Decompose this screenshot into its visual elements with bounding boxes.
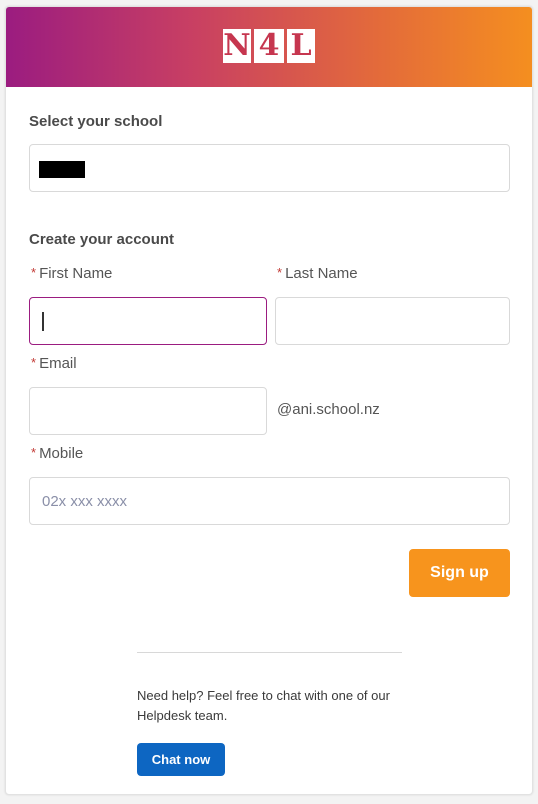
mobile-input[interactable] (29, 477, 510, 525)
logo-tile-n: N (223, 28, 251, 63)
last-name-label: * Last Name (277, 265, 358, 282)
logo-tile-l: L (287, 29, 315, 63)
required-marker: * (277, 265, 283, 280)
school-value-redacted (39, 161, 85, 178)
create-account-title: Create your account (29, 231, 175, 248)
email-domain-suffix: @ani.school.nz (277, 401, 380, 418)
select-school-title: Select your school (29, 113, 163, 130)
required-marker: * (31, 265, 37, 280)
help-text: Need help? Feel free to chat with one of… (137, 688, 390, 723)
mobile-label: * Mobile (31, 445, 83, 462)
sign-up-button[interactable]: Sign up (409, 549, 510, 597)
n4l-logo: N 4 L (223, 29, 319, 67)
email-label-text: Email (39, 355, 77, 372)
logo-tile-4: 4 (254, 29, 284, 63)
brand-header: N 4 L (6, 7, 532, 87)
first-name-label-text: First Name (39, 265, 113, 282)
chat-now-button[interactable]: Chat now (137, 743, 225, 776)
signup-card: N 4 L Select your school Create your acc… (5, 6, 533, 795)
mobile-label-text: Mobile (39, 445, 84, 462)
required-marker: * (31, 445, 37, 460)
last-name-input[interactable] (275, 297, 510, 345)
first-name-input[interactable] (29, 297, 267, 345)
divider (137, 652, 402, 653)
required-marker: * (31, 355, 37, 370)
email-label: * Email (31, 355, 77, 372)
first-name-label: * First Name (31, 265, 112, 282)
last-name-label-text: Last Name (285, 265, 358, 282)
text-caret (42, 312, 44, 331)
school-select[interactable] (29, 144, 510, 192)
email-input[interactable] (29, 387, 267, 435)
